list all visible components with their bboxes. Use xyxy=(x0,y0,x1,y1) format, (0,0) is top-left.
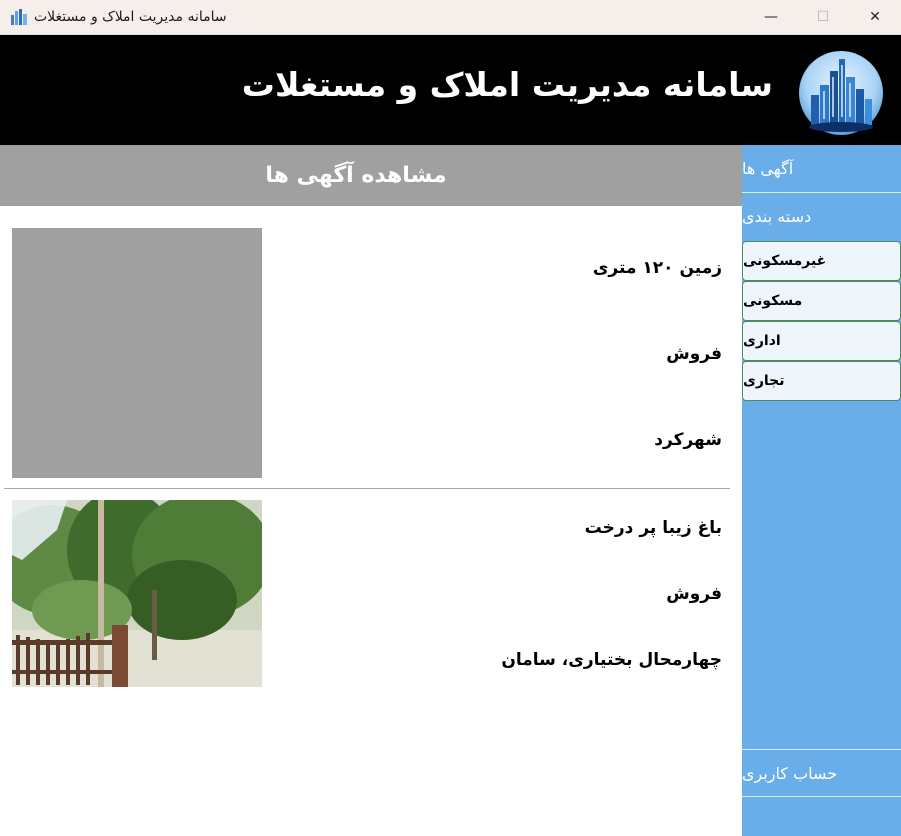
close-button[interactable]: ✕ xyxy=(852,0,898,34)
sidebar-item-ads[interactable]: آگهی ها xyxy=(742,145,901,193)
app-icon xyxy=(11,9,27,25)
category-label: تجاری xyxy=(743,373,785,389)
category-non-residential[interactable]: غیرمسکونی xyxy=(742,241,901,281)
listing-location: شهرکرد xyxy=(654,430,722,450)
sidebar-item-account[interactable]: حساب کاربری xyxy=(742,749,901,797)
sidebar-item-categories[interactable]: دسته بندی xyxy=(742,194,901,239)
sidebar-item-label: حساب کاربری xyxy=(742,763,838,783)
listing-card[interactable]: زمین ۱۲۰ متری فروش شهرکرد xyxy=(0,206,742,486)
listing-card[interactable]: باغ زیبا پر درخت فروش چهارمحال بختیاری، … xyxy=(0,500,742,700)
view-title: مشاهده آگهی ها xyxy=(265,163,447,188)
window-title: سامانه مدیریت املاک و مستغلات xyxy=(34,9,227,25)
maximize-icon: ☐ xyxy=(816,9,830,25)
view-header: مشاهده آگهی ها xyxy=(0,145,742,206)
app-header: سامانه مدیریت املاک و مستغلات xyxy=(0,35,901,145)
window-titlebar: سامانه مدیریت املاک و مستغلات — ☐ ✕ xyxy=(0,0,901,35)
listing-image-placeholder xyxy=(12,228,262,478)
listing-title: زمین ۱۲۰ متری xyxy=(592,258,722,278)
city-skyline-logo-icon xyxy=(799,51,883,135)
category-office[interactable]: اداری xyxy=(742,321,901,361)
garden-photo xyxy=(12,500,262,687)
main-content: مشاهده آگهی ها زمین ۱۲۰ متری فروش شهرکرد xyxy=(0,145,742,836)
sidebar-item-label: آگهی ها xyxy=(742,159,794,178)
category-label: غیرمسکونی xyxy=(743,253,827,269)
category-commercial[interactable]: تجاری xyxy=(742,361,901,401)
listing-deal-type: فروش xyxy=(666,584,722,604)
minimize-button[interactable]: — xyxy=(748,0,794,34)
category-residential[interactable]: مسکونی xyxy=(742,281,901,321)
category-label: اداری xyxy=(743,333,781,349)
listing-location: چهارمحال بختیاری، سامان xyxy=(501,650,722,670)
header-title: سامانه مدیریت املاک و مستغلات xyxy=(241,65,773,104)
listing-deal-type: فروش xyxy=(666,344,722,364)
sidebar: آگهی ها دسته بندی غیرمسکونی مسکونی اداری… xyxy=(742,145,901,836)
close-icon: ✕ xyxy=(869,9,881,25)
sidebar-item-label: دسته بندی xyxy=(742,207,812,226)
listing-divider xyxy=(4,488,730,489)
maximize-button[interactable]: ☐ xyxy=(800,0,846,34)
minimize-icon: — xyxy=(764,9,778,25)
category-label: مسکونی xyxy=(743,293,803,309)
listing-title: باغ زیبا پر درخت xyxy=(584,518,722,538)
